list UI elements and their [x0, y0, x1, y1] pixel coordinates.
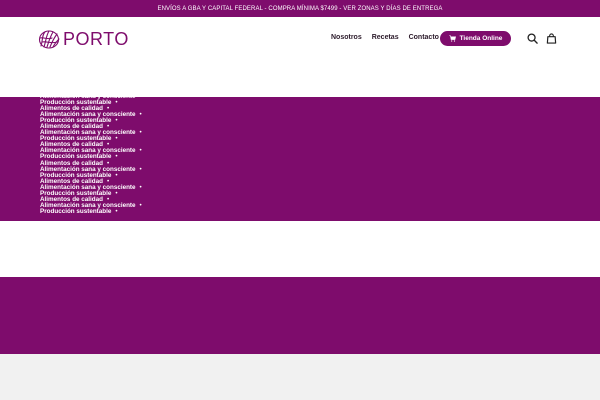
- announcement-bar[interactable]: ENVÍOS A GBA Y CAPITAL FEDERAL - COMPRA …: [0, 0, 600, 17]
- values-ticker-band: Alimentación sana y consciente•Producció…: [0, 97, 600, 221]
- main-nav: Nosotros Recetas Contacto: [331, 32, 449, 43]
- ticker-separator: •: [115, 135, 118, 143]
- values-ticker: Alimentación sana y consciente•Producció…: [40, 97, 340, 215]
- ticker-item-text: Producción sustentable: [40, 207, 112, 215]
- ticker-separator: •: [115, 153, 118, 161]
- site-header: PORTO Nosotros Recetas Contacto Tienda O…: [0, 17, 600, 97]
- ticker-separator: •: [139, 183, 142, 191]
- ticker-separator: •: [115, 207, 118, 215]
- shopping-cart-icon: [448, 35, 456, 42]
- nav-item-contacto[interactable]: Contacto: [409, 32, 439, 43]
- online-shop-label: Tienda Online: [459, 35, 503, 42]
- ticker-separator: •: [115, 171, 118, 179]
- nav-item-nosotros[interactable]: Nosotros: [331, 32, 362, 43]
- ticker-item: Producción sustentable •: [40, 207, 340, 215]
- purple-section: [0, 277, 600, 354]
- search-icon[interactable]: [527, 33, 538, 44]
- brand-name: PORTO: [63, 28, 129, 49]
- ticker-separator: •: [139, 129, 142, 137]
- brand-logo[interactable]: PORTO: [38, 29, 129, 49]
- footer-area: [0, 354, 600, 400]
- announcement-text[interactable]: ENVÍOS A GBA Y CAPITAL FEDERAL - COMPRA …: [158, 6, 443, 12]
- ticker-separator: •: [139, 147, 142, 155]
- nav-item-recetas[interactable]: Recetas: [372, 32, 399, 43]
- ticker-separator: •: [115, 99, 118, 107]
- shopping-bag-icon[interactable]: [546, 33, 557, 44]
- ticker-separator: •: [139, 201, 142, 209]
- ticker-separator: •: [115, 189, 118, 197]
- ticker-separator: •: [115, 117, 118, 125]
- ticker-separator: •: [140, 97, 142, 100]
- ticker-separator: •: [139, 111, 142, 119]
- online-shop-button[interactable]: Tienda Online: [440, 31, 511, 46]
- ticker-separator: •: [139, 165, 142, 173]
- logo-mark-icon: [38, 30, 60, 49]
- content-spacer: [0, 221, 600, 277]
